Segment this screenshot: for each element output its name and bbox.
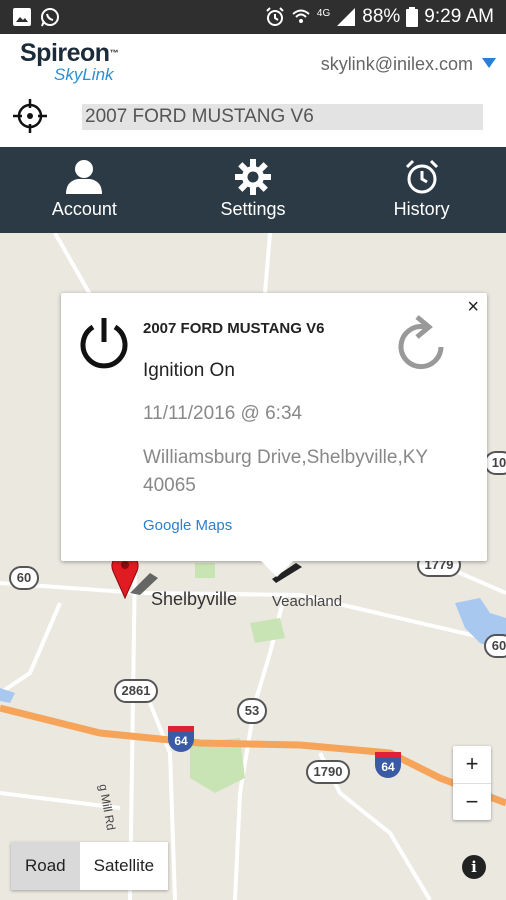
logo-brand: Spireon: [20, 39, 110, 67]
interstate-shield: 64: [168, 726, 194, 752]
logo-product: SkyLink: [54, 65, 114, 84]
battery-icon: [406, 7, 419, 27]
alarm-icon: [266, 7, 284, 26]
nav-account-label: Account: [51, 199, 117, 219]
route-shield: 10: [484, 451, 506, 475]
satellite-view-button[interactable]: Satellite: [79, 842, 169, 890]
locate-crosshair-icon[interactable]: [12, 98, 48, 134]
power-icon: [80, 318, 128, 369]
refresh-icon[interactable]: [395, 315, 447, 371]
map-info-icon[interactable]: i: [462, 855, 486, 879]
route-shield: 1790: [306, 760, 350, 784]
person-icon: [66, 160, 103, 194]
signal-icon: [337, 8, 356, 26]
vehicle-address: Williamsburg Drive,Shelbyville,KY 40065: [143, 447, 428, 496]
network-type: 4G: [316, 7, 331, 19]
app-header: Spireon™ SkyLink skylink@inilex.com 2007…: [0, 34, 506, 147]
wifi-calling-icon: [292, 9, 310, 23]
route-shield: 60: [9, 566, 39, 590]
nav-history[interactable]: History: [337, 147, 506, 233]
alarm-clock-icon: [405, 159, 438, 194]
gear-icon: [235, 159, 271, 195]
interstate-shield: 64: [375, 752, 401, 778]
user-menu-chevron-icon[interactable]: [482, 58, 496, 68]
spireon-skylink-logo: Spireon™ SkyLink: [20, 39, 119, 84]
nav-settings-label: Settings: [220, 199, 286, 219]
whatsapp-notification-icon: [41, 8, 59, 27]
nav-bar: Account Settings History: [0, 147, 506, 233]
ignition-status: Ignition On: [143, 360, 235, 381]
vehicle-info-popup: × 2007 FORD MUSTANG V6 Ignition On 11/11…: [61, 293, 487, 577]
nav-account[interactable]: Account: [0, 147, 169, 233]
zoom-control: + −: [453, 746, 491, 820]
status-bar: 4G 88% 9:29 AM: [0, 0, 506, 34]
battery-percent: 88%: [362, 6, 401, 27]
map-view[interactable]: 60 2861 53 64 1790 64 1779 60 10 Shelbyv…: [0, 233, 506, 900]
gallery-notification-icon: [13, 8, 31, 26]
popup-vehicle-title: 2007 FORD MUSTANG V6: [143, 320, 325, 337]
zoom-in-button[interactable]: +: [453, 746, 491, 783]
zoom-out-button[interactable]: −: [453, 783, 491, 820]
user-email[interactable]: skylink@inilex.com: [321, 54, 473, 75]
road-view-button[interactable]: Road: [11, 842, 80, 890]
popup-close-button[interactable]: ×: [467, 297, 479, 317]
google-maps-link[interactable]: Google Maps: [143, 517, 232, 534]
nav-history-label: History: [393, 199, 450, 219]
nav-settings[interactable]: Settings: [169, 147, 338, 233]
event-timestamp: 11/11/2016 @ 6:34: [143, 403, 303, 424]
route-shield: 53: [237, 698, 267, 724]
route-shield: 60: [484, 634, 506, 658]
place-label: Veachland: [272, 593, 343, 610]
town-label: Shelbyville: [151, 589, 238, 609]
route-shield: 2861: [114, 679, 158, 703]
clock: 9:29 AM: [424, 6, 494, 27]
map-type-toggle: Road Satellite: [11, 842, 169, 890]
vehicle-selector[interactable]: 2007 FORD MUSTANG V6: [82, 104, 483, 130]
